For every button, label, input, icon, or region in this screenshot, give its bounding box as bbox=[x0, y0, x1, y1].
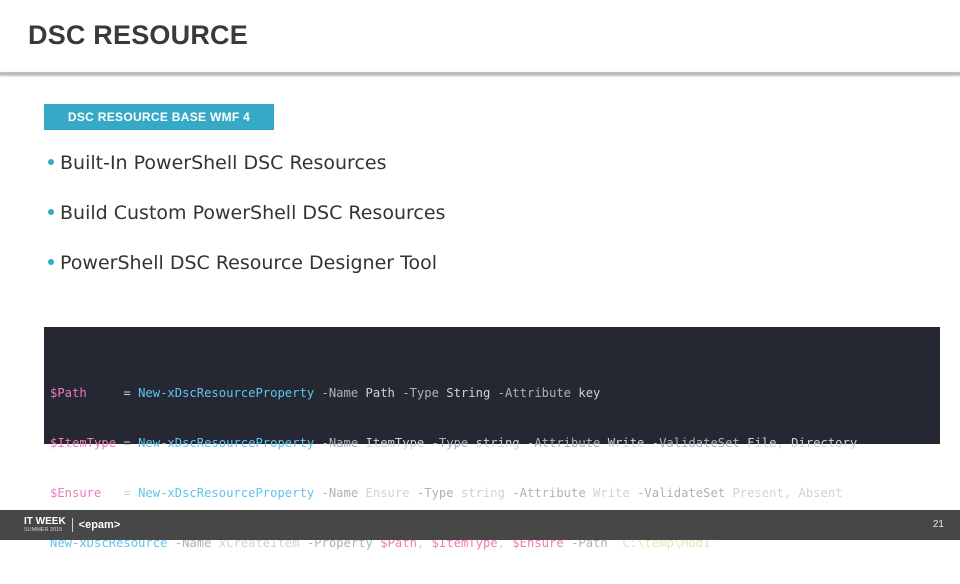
bullet-dot-icon bbox=[48, 259, 54, 265]
code-lines: $Path = New-xDscResourceProperty -Name P… bbox=[50, 352, 857, 584]
it-week-logo: IT WEEK SUMMER 2015 bbox=[24, 517, 66, 534]
logo-divider bbox=[71, 518, 73, 533]
bullet-text: PowerShell DSC Resource Designer Tool bbox=[60, 252, 438, 274]
section-tag: DSC RESOURCE BASE WMF 4 bbox=[44, 104, 274, 130]
bullet-text: Built-In PowerShell DSC Resources bbox=[60, 152, 387, 174]
list-item: Built-In PowerShell DSC Resources bbox=[48, 150, 445, 200]
bullet-list: Built-In PowerShell DSC Resources Build … bbox=[48, 150, 445, 300]
bullet-text: Build Custom PowerShell DSC Resources bbox=[60, 202, 446, 224]
bullet-dot-icon bbox=[48, 159, 54, 165]
list-item: PowerShell DSC Resource Designer Tool bbox=[48, 250, 445, 300]
list-item: Build Custom PowerShell DSC Resources bbox=[48, 200, 445, 250]
page-title: DSC RESOURCE bbox=[28, 20, 248, 50]
header-divider bbox=[0, 72, 960, 75]
bullet-dot-icon bbox=[48, 209, 54, 215]
code-line: $Ensure = New-xDscResourceProperty -Name… bbox=[50, 485, 843, 500]
logo-line2: SUMMER 2015 bbox=[24, 527, 63, 533]
epam-logo: <epam> bbox=[78, 519, 121, 532]
it-week-epam-logo: IT WEEK SUMMER 2015 <epam> bbox=[24, 517, 120, 534]
code-line: $Path = New-xDscResourceProperty -Name P… bbox=[50, 386, 601, 401]
logo-line1: IT WEEK bbox=[24, 516, 66, 527]
slide-footer: IT WEEK SUMMER 2015 <epam> 21 bbox=[0, 510, 960, 540]
page-number: 21 bbox=[932, 519, 944, 530]
code-line: $ItemType = New-xDscResourceProperty -Na… bbox=[50, 435, 858, 450]
code-block: $Path = New-xDscResourceProperty -Name P… bbox=[44, 327, 940, 550]
slide-header: DSC RESOURCE bbox=[0, 0, 960, 72]
